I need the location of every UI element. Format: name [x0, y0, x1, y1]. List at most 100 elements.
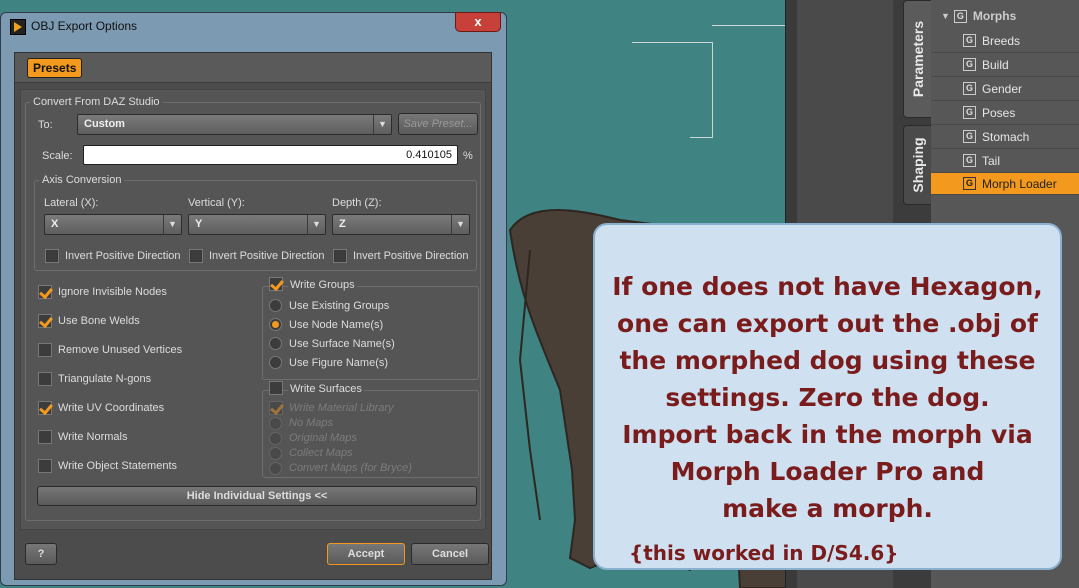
tree-item-label: Stomach [982, 129, 1030, 144]
convert-maps-radio[interactable] [269, 462, 282, 475]
triangulate-checkbox[interactable] [38, 372, 52, 386]
viewport-guide-line [632, 42, 712, 43]
depth-combo[interactable]: Z ▼ [332, 214, 470, 235]
invert-z-checkbox[interactable] [333, 249, 347, 263]
lateral-combo[interactable]: X ▼ [44, 214, 182, 235]
callout-line: settings. Zero the dog. [665, 383, 990, 412]
accept-button[interactable]: Accept [327, 543, 405, 565]
invert-x-label: Invert Positive Direction [65, 250, 181, 262]
write-surfaces-checkbox[interactable] [269, 381, 283, 395]
no-maps-label: No Maps [289, 417, 334, 429]
invert-y-checkbox[interactable] [189, 249, 203, 263]
daz-app-icon [10, 19, 26, 35]
tab-shaping[interactable]: Shaping [903, 125, 931, 205]
tree-item-label: Poses [982, 105, 1016, 120]
tree-header-label: Morphs [972, 9, 1017, 23]
help-icon: ? [37, 548, 45, 560]
bone-welds-checkbox[interactable] [38, 314, 52, 328]
scale-input[interactable]: 0.410105 [83, 145, 458, 165]
callout-line: make a morph. [722, 494, 933, 523]
group-icon: G [963, 177, 976, 190]
ignore-invisible-label: Ignore Invisible Nodes [58, 286, 167, 298]
write-material-library-checkbox[interactable] [269, 401, 283, 415]
tree-header-morphs[interactable]: ▼ G Morphs [931, 5, 1079, 27]
lateral-label: Lateral (X): [44, 197, 99, 209]
triangulate-label: Triangulate N-gons [58, 373, 152, 385]
group-icon: G [963, 130, 976, 143]
collect-maps-radio[interactable] [269, 447, 282, 460]
group-icon: G [963, 82, 976, 95]
tree-item-breeds[interactable]: G Breeds [931, 29, 1079, 53]
invert-z-label: Invert Positive Direction [353, 250, 469, 262]
to-value: Custom [84, 118, 125, 130]
tree-item-label: Tail [982, 153, 1001, 168]
write-normals-label: Write Normals [58, 431, 128, 443]
help-button[interactable]: ? [25, 543, 57, 565]
group-icon: G [963, 106, 976, 119]
use-surface-names-radio[interactable] [269, 337, 282, 350]
use-surface-names-label: Use Surface Name(s) [289, 338, 395, 350]
tree-item-tail[interactable]: G Tail [931, 149, 1079, 173]
tree-item-build[interactable]: G Build [931, 53, 1079, 77]
vertical-combo[interactable]: Y ▼ [188, 214, 326, 235]
group-icon: G [963, 58, 976, 71]
chevron-down-icon: ▼ [163, 215, 181, 234]
no-maps-radio[interactable] [269, 417, 282, 430]
group-icon: G [953, 9, 967, 23]
to-label: To: [38, 119, 53, 131]
write-uv-label: Write UV Coordinates [58, 402, 165, 414]
group-icon: G [963, 154, 976, 167]
write-uv-checkbox[interactable] [38, 401, 52, 415]
presets-bar: Presets [15, 53, 491, 83]
tree-item-stomach[interactable]: G Stomach [931, 125, 1079, 149]
viewport-guide-line [712, 25, 785, 26]
original-maps-label: Original Maps [289, 432, 357, 444]
callout-line: Morph Loader Pro and [670, 457, 985, 486]
write-material-library-label: Write Material Library [289, 402, 394, 414]
annotation-callout: If one does not have Hexagon, one can ex… [593, 223, 1062, 570]
callout-text: If one does not have Hexagon, one can ex… [595, 268, 1060, 527]
write-object-label: Write Object Statements [58, 460, 178, 472]
invert-x-checkbox[interactable] [45, 249, 59, 263]
use-existing-groups-radio[interactable] [269, 299, 282, 312]
remove-unused-checkbox[interactable] [38, 343, 52, 357]
chevron-down-icon: ▼ [373, 115, 391, 134]
presets-tab[interactable]: Presets [27, 58, 83, 78]
tab-shaping-label: Shaping [909, 137, 926, 193]
tree-item-morph-loader[interactable]: G Morph Loader [931, 173, 1079, 195]
cancel-button[interactable]: Cancel [411, 543, 489, 565]
hide-settings-button[interactable]: Hide Individual Settings << [37, 486, 477, 506]
save-preset-button[interactable]: Save Preset... [398, 113, 478, 135]
to-combo[interactable]: Custom ▼ [77, 114, 392, 135]
scale-unit: % [463, 150, 473, 162]
viewport-guide-line [712, 42, 713, 137]
original-maps-radio[interactable] [269, 432, 282, 445]
write-normals-checkbox[interactable] [38, 430, 52, 444]
tree-item-poses[interactable]: G Poses [931, 101, 1079, 125]
dialog-body: Presets Convert From DAZ Studio To: Cust… [14, 52, 492, 580]
write-object-checkbox[interactable] [38, 459, 52, 473]
ignore-invisible-checkbox[interactable] [38, 285, 52, 299]
collect-maps-label: Collect Maps [289, 447, 353, 459]
close-button[interactable]: x [455, 12, 501, 32]
tab-parameters[interactable]: Parameters [903, 0, 931, 118]
use-node-names-radio[interactable] [269, 318, 282, 331]
write-surfaces-label: Write Surfaces [288, 383, 364, 395]
tree-item-label: Build [982, 57, 1009, 72]
tree-item-gender[interactable]: G Gender [931, 77, 1079, 101]
use-figure-names-radio[interactable] [269, 356, 282, 369]
expand-arrow-icon[interactable]: ▼ [941, 11, 950, 21]
dialog-title: OBJ Export Options [31, 19, 138, 33]
depth-value: Z [339, 218, 346, 230]
callout-line: the morphed dog using these [619, 346, 1036, 375]
tab-parameters-label: Parameters [909, 20, 926, 98]
callout-line: Import back in the morph via [622, 420, 1033, 449]
dialog-titlebar[interactable]: OBJ Export Options [1, 13, 506, 41]
chevron-down-icon: ▼ [451, 215, 469, 234]
obj-export-dialog: OBJ Export Options x Presets Convert Fro… [0, 12, 507, 586]
convert-group-label: Convert From DAZ Studio [33, 96, 160, 108]
axis-conversion-label: Axis Conversion [42, 174, 122, 186]
scale-label: Scale: [42, 150, 73, 162]
vertical-value: Y [195, 218, 203, 230]
write-groups-checkbox[interactable] [269, 277, 283, 291]
